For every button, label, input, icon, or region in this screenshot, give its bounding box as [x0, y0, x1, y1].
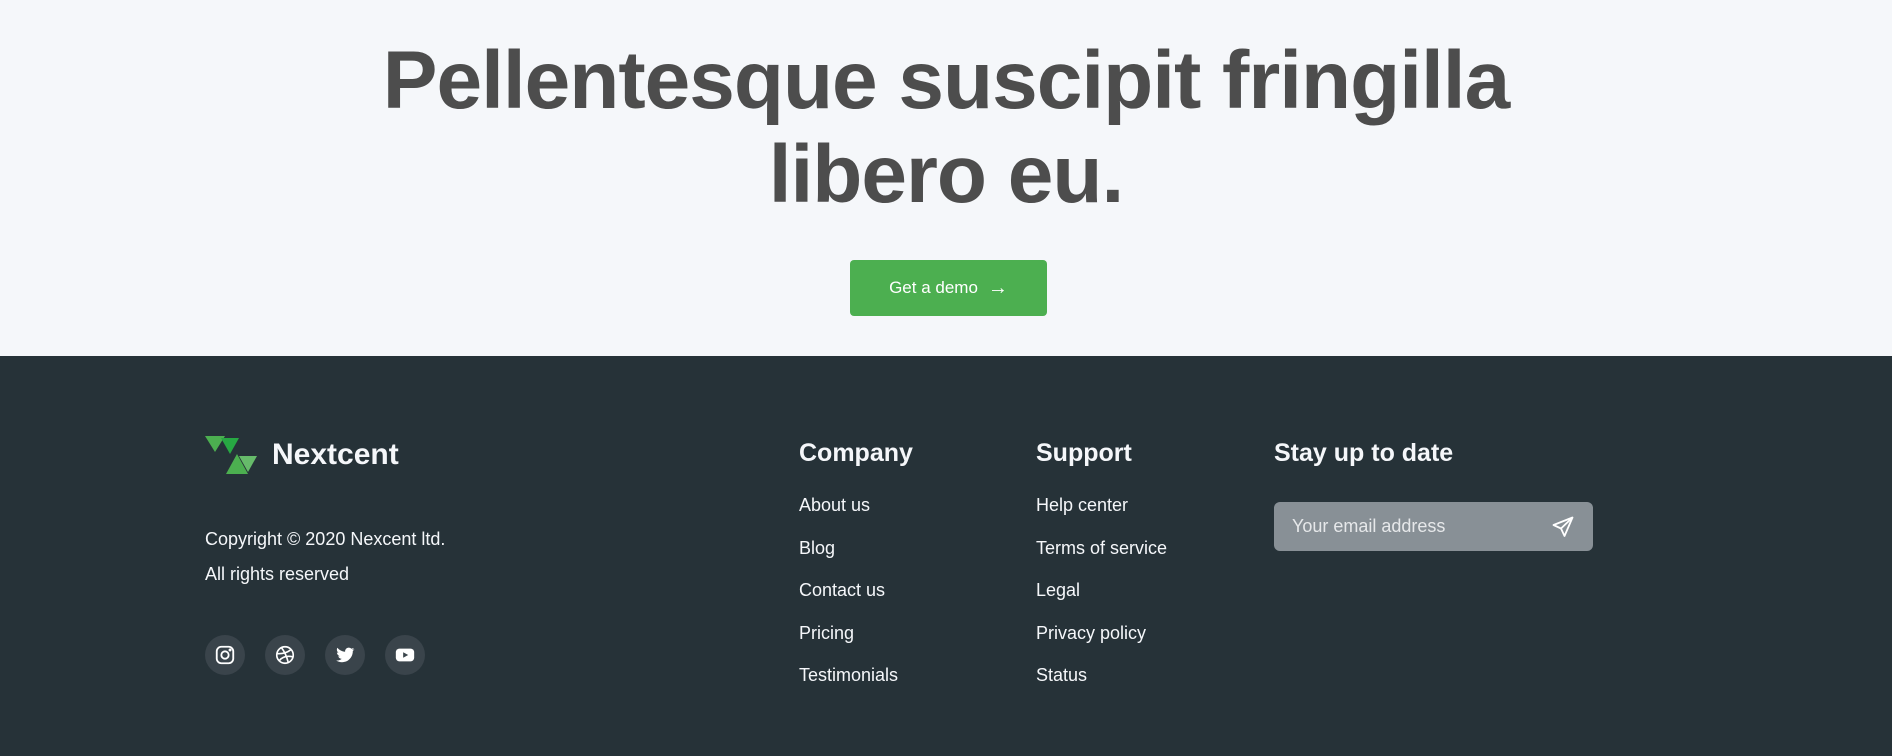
site-footer: Nextcent Copyright © 2020 Nexcent ltd. A…: [0, 356, 1892, 756]
instagram-icon: [215, 645, 235, 665]
company-column: Company About us Blog Contact us Pricing…: [799, 438, 913, 706]
support-link-help[interactable]: Help center: [1036, 493, 1167, 536]
copyright-line: Copyright © 2020 Nexcent ltd.: [205, 529, 446, 549]
twitter-icon: [336, 647, 355, 663]
company-link-pricing[interactable]: Pricing: [799, 621, 913, 664]
social-links: [205, 635, 425, 675]
company-link-about[interactable]: About us: [799, 493, 913, 536]
get-demo-label: Get a demo: [889, 278, 978, 297]
support-column: Support Help center Terms of service Leg…: [1036, 438, 1167, 706]
nextcent-logo-icon: [205, 436, 257, 474]
youtube-button[interactable]: [385, 635, 425, 675]
send-icon[interactable]: [1551, 515, 1575, 539]
support-links: Help center Terms of service Legal Priva…: [1036, 493, 1167, 706]
support-link-status[interactable]: Status: [1036, 663, 1167, 706]
copyright: Copyright © 2020 Nexcent ltd. All rights…: [205, 522, 445, 592]
newsletter-title: Stay up to date: [1274, 439, 1454, 467]
company-link-blog[interactable]: Blog: [799, 536, 913, 579]
company-link-contact[interactable]: Contact us: [799, 578, 913, 621]
youtube-icon: [395, 648, 415, 662]
instagram-button[interactable]: [205, 635, 245, 675]
rights-line: All rights reserved: [205, 564, 350, 584]
company-title: Company: [799, 439, 913, 467]
hero-section: Pellentesque suscipit fringilla libero e…: [0, 0, 1892, 356]
dribbble-button[interactable]: [265, 635, 305, 675]
get-demo-button[interactable]: Get a demo →: [850, 260, 1047, 316]
email-input[interactable]: [1292, 516, 1551, 537]
company-link-testimonials[interactable]: Testimonials: [799, 663, 913, 706]
brand[interactable]: Nextcent: [205, 436, 399, 474]
dribbble-icon: [275, 645, 295, 665]
support-link-privacy[interactable]: Privacy policy: [1036, 621, 1167, 664]
brand-name: Nextcent: [272, 438, 399, 471]
hero-title: Pellentesque suscipit fringilla libero e…: [382, 35, 1510, 220]
email-subscribe: [1274, 502, 1593, 551]
company-links: About us Blog Contact us Pricing Testimo…: [799, 493, 913, 706]
arrow-right-icon: →: [987, 277, 1008, 299]
support-title: Support: [1036, 439, 1132, 467]
twitter-button[interactable]: [325, 635, 365, 675]
support-link-terms[interactable]: Terms of service: [1036, 536, 1167, 579]
newsletter-column: Stay up to date: [1274, 438, 1453, 468]
support-link-legal[interactable]: Legal: [1036, 578, 1167, 621]
